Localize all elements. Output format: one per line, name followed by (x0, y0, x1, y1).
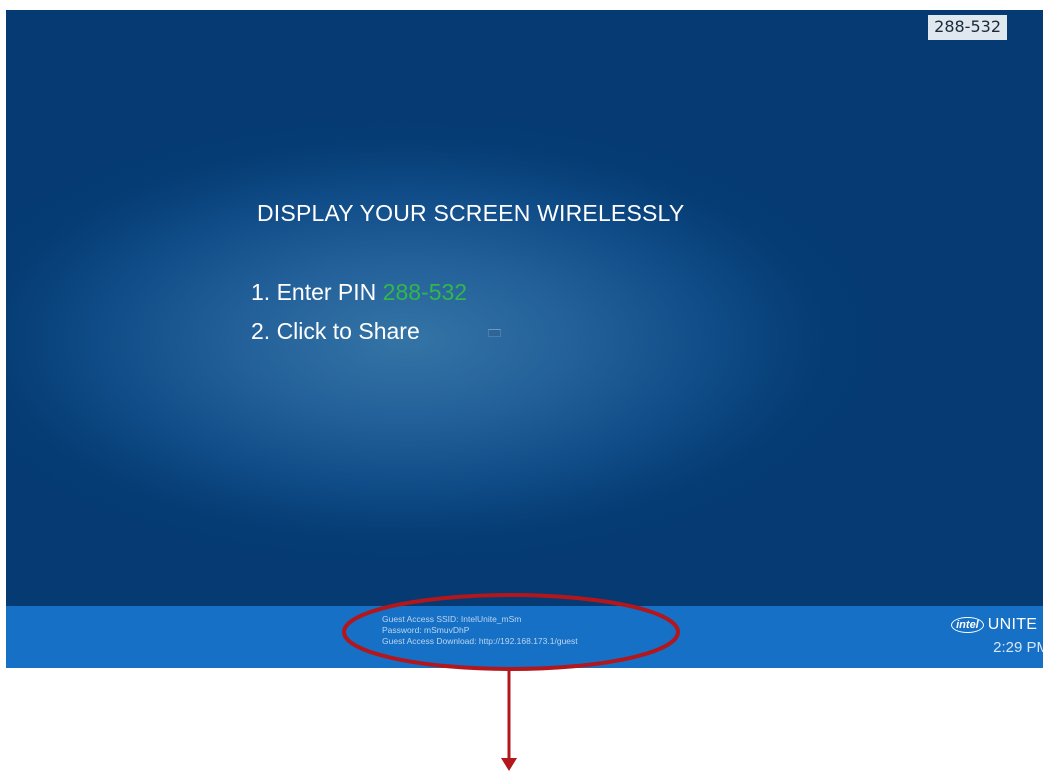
step-enter-pin: 1. Enter PIN 288-532 (251, 279, 467, 306)
footer-bar: Guest Access SSID: IntelUnite_mSm Passwo… (6, 606, 1043, 668)
step-enter-pin-label: 1. Enter PIN (251, 279, 383, 305)
intel-logo-icon: intel (951, 617, 984, 633)
guest-ssid: Guest Access SSID: IntelUnite_mSm (382, 614, 522, 624)
brand: intel UNITE 2:29 PM (951, 614, 1043, 656)
arrow-down-icon (501, 758, 517, 771)
page: 288-532 DISPLAY YOUR SCREEN WIRELESSLY 1… (0, 0, 1049, 774)
brand-name: UNITE (987, 616, 1038, 633)
step-click-share-label: 2. Click to Share (251, 318, 420, 344)
guest-access-info: Guest Access SSID: IntelUnite_mSm Passwo… (382, 614, 578, 647)
page-title: DISPLAY YOUR SCREEN WIRELESSLY (257, 200, 685, 226)
guest-password: Password: mSmuvDhP (382, 625, 470, 635)
clock: 2:29 PM (993, 639, 1043, 656)
step-click-share: 2. Click to Share (251, 318, 501, 345)
share-icon (487, 328, 501, 337)
guest-download-link[interactable]: Guest Access Download: http://192.168.17… (382, 636, 578, 647)
pin-badge: 288-532 (928, 15, 1007, 40)
pin-code: 288-532 (382, 279, 468, 305)
unite-display-screen: 288-532 DISPLAY YOUR SCREEN WIRELESSLY 1… (6, 10, 1043, 668)
